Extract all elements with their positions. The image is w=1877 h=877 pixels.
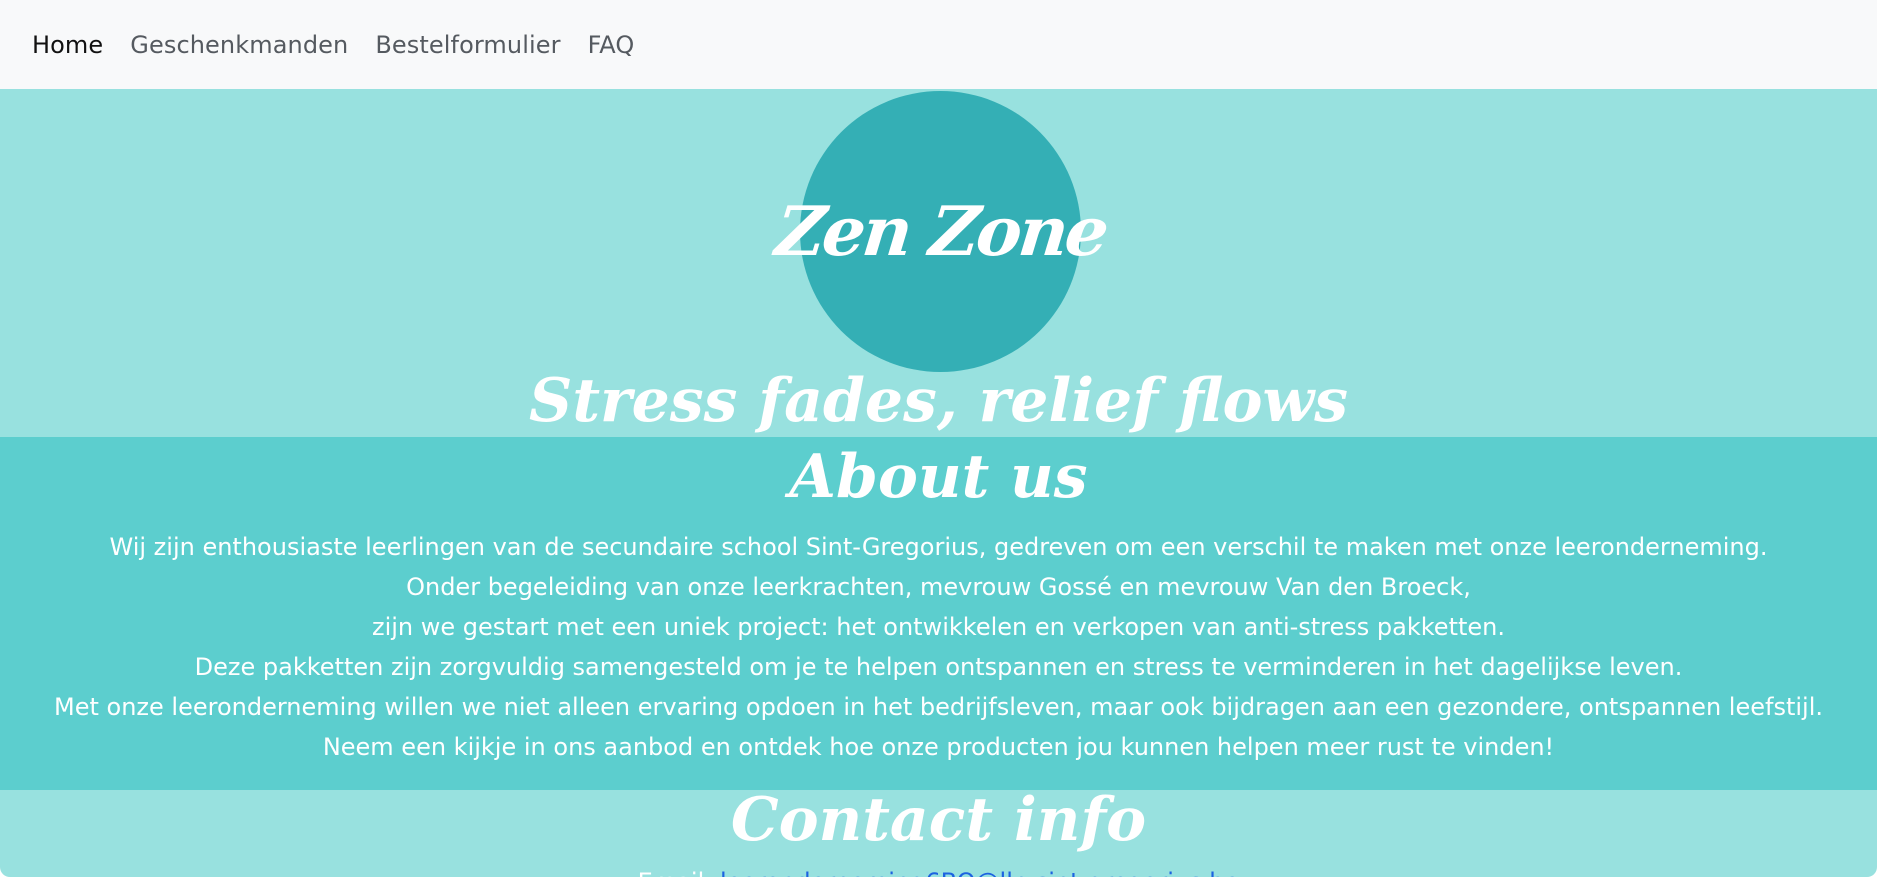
about-text: Wij zijn enthousiaste leerlingen van de … [0,527,1877,767]
top-navbar: Home Geschenkmanden Bestelformulier FAQ [0,0,1877,89]
contact-title: Contact info [730,785,1147,855]
about-line: Onder begeleiding van onze leerkrachten,… [406,573,1471,601]
about-section: About us Wij zijn enthousiaste leerlinge… [0,437,1877,790]
about-line: Neem een kijkje in ons aanbod en ontdek … [322,733,1555,761]
about-line: Wij zijn enthousiaste leerlingen van de … [109,533,1768,561]
about-line: Deze pakketten zijn zorgvuldig samengest… [194,653,1683,681]
hero-section: Zen Zone Stress fades, relief flows [0,89,1877,437]
email-link[interactable]: leeronderneming6BO@lln.sint-gregorius.be [720,868,1239,877]
logo-text: Zen Zone [771,191,1110,272]
contact-email-row: Email: leeronderneming6BO@lln.sint-grego… [0,868,1877,877]
page-frame: Home Geschenkmanden Bestelformulier FAQ … [0,0,1877,877]
about-line: zijn we gestart met een uniek project: h… [371,613,1505,641]
about-title: About us [789,442,1088,512]
hero-tagline: Stress fades, relief flows [529,366,1348,436]
nav-faq-link[interactable]: FAQ [588,31,635,59]
nav-bestelformulier-link[interactable]: Bestelformulier [375,31,560,59]
about-line: Met onze leeronderneming willen we niet … [54,693,1823,721]
nav-home-link[interactable]: Home [32,31,103,59]
nav-geschenkmanden-link[interactable]: Geschenkmanden [130,31,348,59]
zen-zone-logo: Zen Zone [771,91,1110,372]
contact-section: Contact info Email: leeronderneming6BO@l… [0,790,1877,877]
email-label: Email: [638,868,720,877]
